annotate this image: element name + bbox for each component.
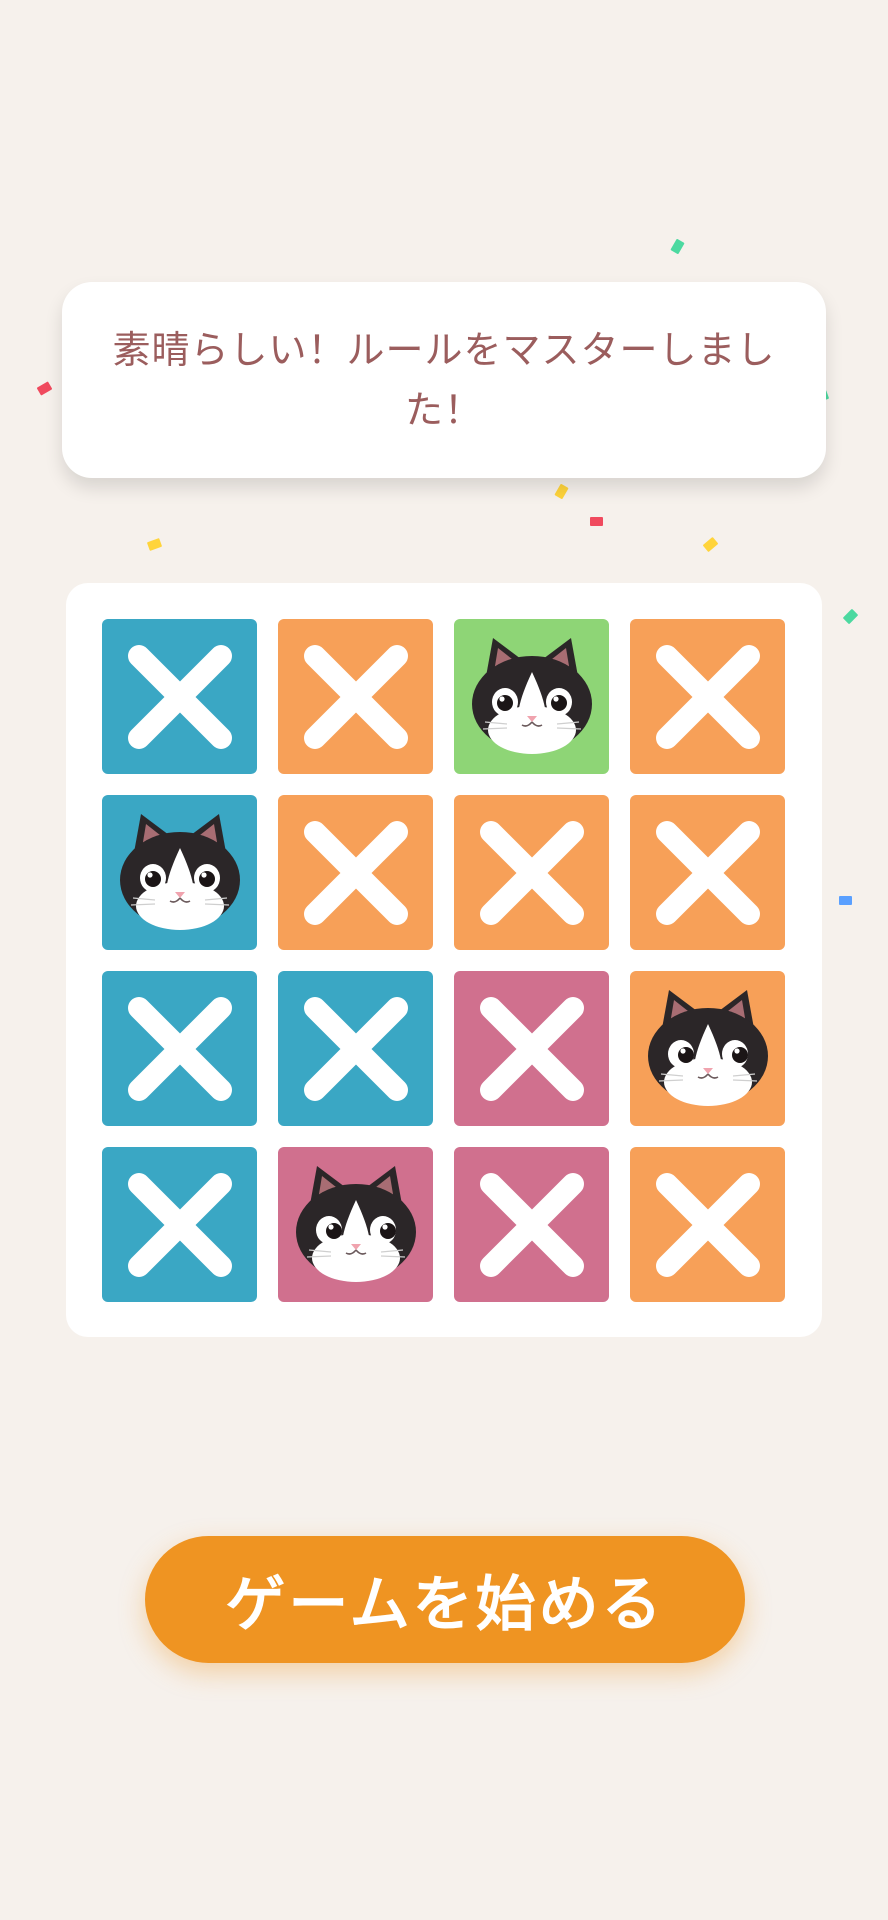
tile-x[interactable] xyxy=(278,795,433,950)
tile-cat[interactable] xyxy=(454,619,609,774)
tile-grid xyxy=(102,619,785,1302)
tile-x[interactable] xyxy=(454,795,609,950)
confetti-piece xyxy=(839,896,852,905)
tile-x[interactable] xyxy=(278,619,433,774)
confetti-piece xyxy=(146,538,163,551)
tile-x[interactable] xyxy=(278,971,433,1126)
confetti-piece xyxy=(554,483,569,500)
confetti-piece xyxy=(702,536,719,553)
x-icon xyxy=(653,818,763,928)
confetti-piece xyxy=(36,381,53,396)
tile-x[interactable] xyxy=(102,971,257,1126)
cat-icon xyxy=(643,984,773,1114)
start-game-button[interactable]: ゲームを始める xyxy=(145,1536,745,1663)
x-icon xyxy=(477,994,587,1104)
tile-cat[interactable] xyxy=(102,795,257,950)
x-icon xyxy=(125,1170,235,1280)
confetti-piece xyxy=(842,608,859,625)
success-message: 素晴らしい！ルールをマスターしました！ xyxy=(112,328,776,432)
x-icon xyxy=(125,642,235,752)
tile-x[interactable] xyxy=(630,795,785,950)
tile-cat[interactable] xyxy=(630,971,785,1126)
tile-x[interactable] xyxy=(630,1147,785,1302)
x-icon xyxy=(301,994,411,1104)
cat-icon xyxy=(291,1160,421,1290)
confetti-piece xyxy=(590,517,603,526)
game-board xyxy=(66,583,822,1337)
tile-x[interactable] xyxy=(102,619,257,774)
x-icon xyxy=(301,818,411,928)
x-icon xyxy=(653,642,763,752)
cat-icon xyxy=(115,808,245,938)
tile-x[interactable] xyxy=(630,619,785,774)
x-icon xyxy=(653,1170,763,1280)
x-icon xyxy=(477,1170,587,1280)
success-message-card: 素晴らしい！ルールをマスターしました！ xyxy=(62,282,826,478)
x-icon xyxy=(477,818,587,928)
confetti-piece xyxy=(670,238,685,255)
cat-icon xyxy=(467,632,597,762)
tile-x[interactable] xyxy=(102,1147,257,1302)
x-icon xyxy=(301,642,411,752)
game-screen: 素晴らしい！ルールをマスターしました！ ゲームを始める xyxy=(0,0,888,1920)
tile-cat[interactable] xyxy=(278,1147,433,1302)
tile-x[interactable] xyxy=(454,971,609,1126)
x-icon xyxy=(125,994,235,1104)
tile-x[interactable] xyxy=(454,1147,609,1302)
